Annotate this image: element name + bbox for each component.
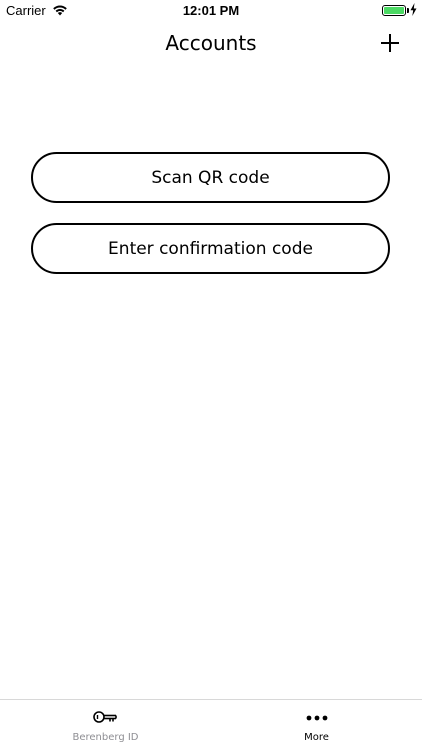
tab-berenberg-id-label: Berenberg ID bbox=[72, 732, 139, 743]
page-title: Accounts bbox=[165, 31, 257, 55]
battery-icon bbox=[382, 5, 406, 16]
tab-more[interactable]: More bbox=[211, 700, 422, 750]
charging-bolt-icon bbox=[410, 3, 417, 16]
tab-more-label: More bbox=[304, 732, 329, 743]
scan-qr-code-button[interactable]: Scan QR code bbox=[31, 152, 390, 203]
tab-berenberg-id[interactable]: Berenberg ID bbox=[0, 700, 211, 750]
enter-confirmation-code-button[interactable]: Enter confirmation code bbox=[31, 223, 390, 274]
enter-confirmation-code-label: Enter confirmation code bbox=[108, 238, 313, 259]
battery-tip bbox=[407, 8, 409, 13]
status-time: 12:01 PM bbox=[182, 3, 240, 18]
status-bar: Carrier 12:01 PM bbox=[0, 0, 422, 22]
key-icon bbox=[92, 711, 117, 723]
tab-bar: Berenberg ID More bbox=[0, 699, 422, 750]
battery-level bbox=[384, 7, 404, 14]
scan-qr-code-label: Scan QR code bbox=[151, 167, 270, 188]
more-icon bbox=[306, 715, 327, 721]
plus-icon[interactable] bbox=[378, 31, 402, 55]
